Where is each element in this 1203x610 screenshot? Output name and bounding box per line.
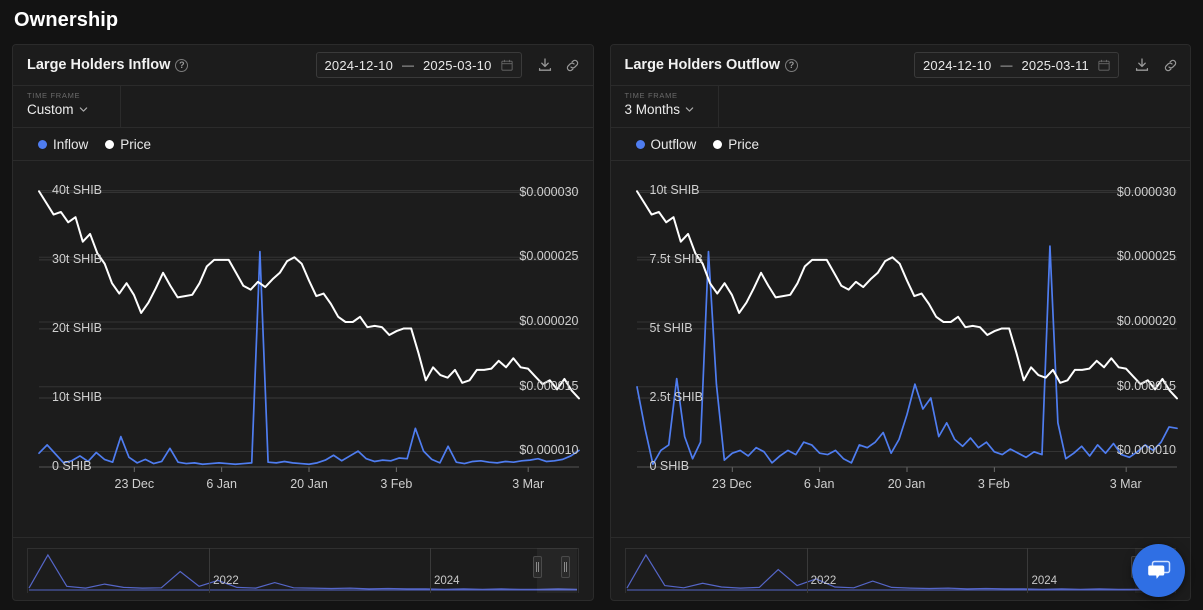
- navigator-handle-right[interactable]: [561, 556, 570, 578]
- x-axis-tick-label: 23 Dec: [711, 477, 752, 491]
- download-button[interactable]: [1132, 55, 1152, 75]
- link-icon: [1164, 59, 1176, 71]
- chat-bubble-icon: [1147, 560, 1170, 579]
- navigator-track[interactable]: 2022 2024: [27, 548, 579, 593]
- date-end: 2025-03-11: [1021, 57, 1089, 73]
- x-axis-tick-label: 6 Jan: [206, 477, 237, 491]
- timeframe-value-wrap: Custom: [27, 102, 120, 117]
- navigator-handle-left[interactable]: [533, 556, 542, 578]
- timeframe-value-wrap: 3 Months: [625, 102, 718, 117]
- timeframe-row: TIME FRAME 3 Months: [610, 86, 1191, 128]
- download-button[interactable]: [535, 55, 555, 75]
- header-actions: [535, 55, 583, 75]
- chart-canvas-inflow[interactable]: 0 SHIB 10t SHIB 20t SHIB 30t SHIB 40t SHIB $0…: [13, 161, 593, 509]
- series-inflow: [38, 250, 580, 466]
- navigator-year-label: 2022: [810, 575, 837, 587]
- legend-dot-icon: [105, 139, 115, 149]
- chart-legend: Inflow Price: [13, 128, 593, 161]
- x-axis-tick-label: 3 Mar: [512, 477, 545, 491]
- legend-label: Price: [728, 136, 760, 152]
- navigator-sparkline: [28, 553, 578, 591]
- panel-header: Large Holders Outflow ? 2024-12-10 — 202…: [610, 45, 1190, 86]
- chart-legend: Outflow Price: [610, 128, 1190, 161]
- timeframe-rest: [121, 86, 593, 127]
- x-axis-tick-label: 6 Jan: [803, 477, 835, 491]
- legend-label: Inflow: [53, 136, 89, 152]
- date-dash: —: [402, 58, 414, 72]
- legend-dot-icon: [38, 139, 47, 149]
- panel-title: Large Holders Outflow: [624, 57, 781, 73]
- date-range-picker[interactable]: 2024-12-10 — 2025-03-11: [913, 52, 1119, 78]
- header-actions: [1132, 55, 1180, 75]
- timeframe-value: Custom: [27, 102, 74, 117]
- calendar-icon: [500, 59, 513, 71]
- legend-item-outflow[interactable]: Outflow: [635, 136, 697, 152]
- date-start: 2024-12-10: [922, 57, 992, 73]
- chart-navigator[interactable]: 2022 2024: [610, 537, 1190, 600]
- x-axis-tick-label: 20 Jan: [290, 477, 328, 491]
- panels-container: Large Holders Inflow ? 2024-12-10 — 2025…: [0, 32, 1203, 601]
- x-axis-tick-label: 3 Feb: [380, 477, 413, 491]
- chevron-down-icon: [685, 107, 694, 112]
- timeframe-rest: [719, 86, 1191, 127]
- link-icon: [566, 59, 579, 71]
- navigator-sparkline: [625, 553, 1175, 591]
- timeframe-label: TIME FRAME: [624, 91, 678, 100]
- navigator-selection[interactable]: [537, 548, 577, 593]
- timeframe-label: TIME FRAME: [27, 91, 81, 100]
- timeframe-row: TIME FRAME Custom: [13, 86, 593, 128]
- date-end: 2025-03-10: [423, 57, 492, 73]
- chart-svg: [38, 190, 580, 472]
- date-dash: —: [1000, 58, 1013, 72]
- calendar-icon: [1098, 59, 1110, 71]
- legend-dot-icon: [635, 139, 645, 149]
- chart-navigator[interactable]: 2022 2024: [13, 537, 593, 600]
- x-axis-tick-label: 20 Jan: [887, 477, 926, 491]
- page-title: Ownership: [14, 9, 119, 31]
- info-icon[interactable]: ?: [175, 58, 189, 72]
- copy-link-button[interactable]: [563, 55, 583, 75]
- date-range-picker[interactable]: 2024-12-10 — 2025-03-10: [315, 52, 522, 78]
- series-price: [635, 190, 1178, 400]
- panel-inflow: Large Holders Inflow ? 2024-12-10 — 2025…: [12, 44, 594, 601]
- download-icon: [538, 58, 551, 71]
- navigator-year-label: 2022: [213, 575, 239, 587]
- series-price: [38, 190, 580, 400]
- navigator-year-label: 2024: [1031, 575, 1058, 587]
- x-axis-tick-label: 23 Dec: [114, 477, 155, 491]
- timeframe-selector[interactable]: TIME FRAME 3 Months: [611, 86, 719, 127]
- chevron-down-icon: [79, 107, 87, 112]
- chart-canvas-outflow[interactable]: 0 SHIB 2.5t SHIB 5t SHIB 7.5t SHIB 10t SHIB $…: [611, 161, 1191, 509]
- panel-header: Large Holders Inflow ? 2024-12-10 — 2025…: [13, 45, 593, 86]
- legend-label: Price: [120, 136, 152, 152]
- timeframe-selector[interactable]: TIME FRAME Custom: [13, 86, 121, 127]
- legend-label: Outflow: [650, 136, 697, 152]
- info-icon[interactable]: ?: [785, 58, 798, 72]
- copy-link-button[interactable]: [1160, 55, 1180, 75]
- date-start: 2024-12-10: [324, 57, 393, 73]
- legend-item-inflow[interactable]: Inflow: [38, 137, 88, 152]
- legend-item-price[interactable]: Price: [105, 137, 151, 152]
- navigator-track[interactable]: 2022 2024: [624, 548, 1176, 593]
- legend-dot-icon: [713, 139, 723, 149]
- download-icon: [1135, 58, 1149, 71]
- x-axis-tick-label: 3 Feb: [977, 477, 1010, 491]
- x-axis-tick-label: 3 Mar: [1109, 477, 1142, 491]
- panel-outflow: Large Holders Outflow ? 2024-12-10 — 202…: [609, 44, 1191, 601]
- navigator-year-label: 2024: [433, 575, 460, 587]
- legend-item-price[interactable]: Price: [713, 137, 759, 152]
- chat-widget-button[interactable]: [1132, 544, 1185, 597]
- chart-svg: [635, 190, 1178, 472]
- panel-title: Large Holders Inflow: [27, 57, 171, 73]
- timeframe-value: 3 Months: [624, 102, 681, 117]
